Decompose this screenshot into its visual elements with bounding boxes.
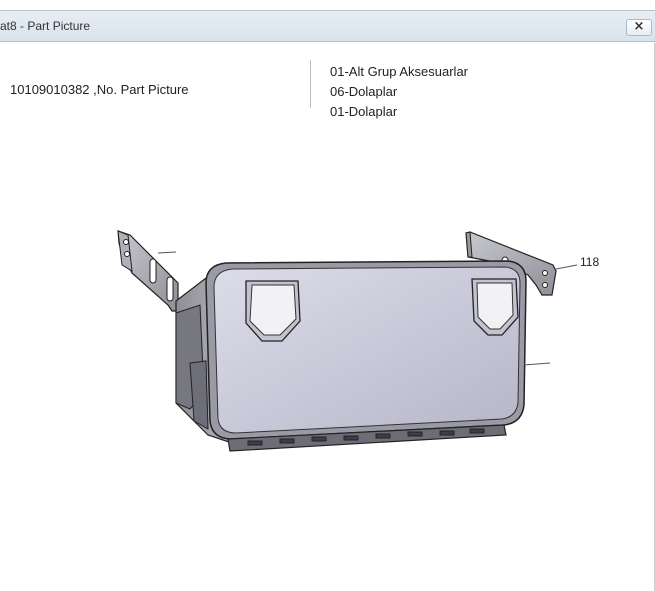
top-edge xyxy=(0,0,655,11)
box-front xyxy=(205,260,551,440)
storage-box-drawing xyxy=(117,230,578,452)
left-bracket xyxy=(117,230,179,312)
close-button[interactable]: × xyxy=(626,19,652,36)
window-titlebar: at8 - Part Picture × xyxy=(0,11,655,42)
callout-number: 118 xyxy=(580,255,600,269)
window-title: at8 - Part Picture xyxy=(0,19,91,33)
part-picture-panel: 10109010382 ,No. Part Picture 01-Alt Gru… xyxy=(0,43,655,591)
